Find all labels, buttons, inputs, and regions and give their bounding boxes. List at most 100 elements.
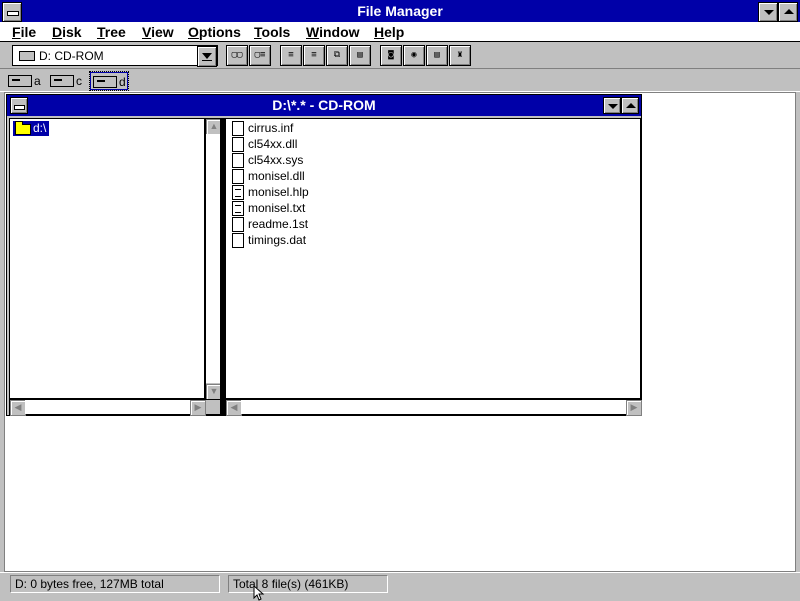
properties-icon: ▤ bbox=[357, 50, 363, 60]
scroll-track[interactable] bbox=[241, 400, 626, 414]
menu-window-accel: W bbox=[306, 24, 320, 40]
file-icon bbox=[232, 153, 244, 168]
menu-file-accel: F bbox=[12, 24, 21, 40]
file-icon bbox=[232, 217, 244, 232]
minimize-icon bbox=[608, 104, 618, 109]
drive-a-button[interactable]: a bbox=[6, 72, 46, 90]
document-icon bbox=[232, 185, 244, 200]
connect-network-drive-button[interactable]: ▢▢ bbox=[226, 45, 248, 66]
menu-disk-rest: isk bbox=[62, 24, 82, 40]
sort-by-type-button[interactable]: ≡ bbox=[303, 45, 325, 66]
scroll-track[interactable] bbox=[206, 134, 220, 383]
install-button[interactable]: ♜ bbox=[449, 45, 471, 66]
drive-letter: c bbox=[76, 74, 82, 88]
file-icon bbox=[232, 121, 244, 136]
scroll-track[interactable] bbox=[25, 400, 190, 414]
file-name: cl54xx.sys bbox=[248, 153, 304, 167]
disconnect-network-drive-icon: ▢≡ bbox=[254, 50, 266, 60]
properties-button[interactable]: ▤ bbox=[349, 45, 371, 66]
mouse-cursor-icon bbox=[253, 585, 265, 601]
directory-window[interactable]: D:\*.* - CD-ROM d:\ ▲ ▼ ◀ ▶ cirrus.inf c… bbox=[6, 94, 642, 416]
menu-options-rest: ptions bbox=[198, 24, 241, 40]
menu-file[interactable]: File bbox=[12, 24, 36, 40]
file-icon bbox=[232, 169, 244, 184]
copy-button[interactable]: ⧉ bbox=[326, 45, 348, 66]
file-name: cirrus.inf bbox=[248, 121, 294, 135]
child-minimize-button[interactable] bbox=[603, 97, 621, 114]
menu-tree[interactable]: Tree bbox=[97, 24, 126, 40]
share-icon: ◉ bbox=[411, 50, 417, 60]
menu-file-rest: ile bbox=[20, 24, 37, 40]
child-maximize-button[interactable] bbox=[621, 97, 639, 114]
menu-tools-rest: ools bbox=[261, 24, 291, 40]
copy-icon: ⧉ bbox=[333, 50, 341, 60]
window-title: File Manager bbox=[357, 3, 443, 19]
drive-c-button[interactable]: c bbox=[48, 72, 88, 90]
menu-view[interactable]: View bbox=[142, 24, 174, 40]
system-menu-icon bbox=[7, 11, 19, 16]
tree-vertical-scrollbar[interactable]: ▲ ▼ bbox=[205, 118, 222, 400]
scroll-left-arrow-icon[interactable]: ◀ bbox=[226, 400, 242, 416]
maximize-icon bbox=[784, 9, 794, 14]
scroll-right-arrow-icon[interactable]: ▶ bbox=[190, 400, 206, 416]
directory-tree-pane[interactable]: d:\ bbox=[9, 118, 205, 399]
directory-window-title-bar[interactable]: D:\*.* - CD-ROM bbox=[7, 95, 641, 116]
menu-tools[interactable]: Tools bbox=[254, 24, 290, 40]
sort-by-type-icon: ≡ bbox=[311, 50, 317, 60]
scroll-left-arrow-icon[interactable]: ◀ bbox=[10, 400, 26, 416]
menu-window-rest: indow bbox=[319, 24, 360, 40]
tree-item-root[interactable]: d:\ bbox=[13, 121, 50, 136]
connect-network-drive-icon: ▢▢ bbox=[231, 50, 243, 60]
file-list-pane[interactable]: cirrus.inf cl54xx.dll cl54xx.sys monisel… bbox=[225, 118, 641, 399]
share-button[interactable]: ◉ bbox=[403, 45, 425, 66]
menu-disk[interactable]: Disk bbox=[52, 24, 82, 40]
cdrom-drive-icon bbox=[93, 76, 117, 88]
tree-horizontal-scrollbar[interactable]: ◀ ▶ bbox=[9, 399, 221, 416]
file-name: timings.dat bbox=[248, 233, 307, 247]
menu-help[interactable]: Help bbox=[374, 24, 404, 40]
menu-help-accel: H bbox=[374, 24, 385, 40]
disconnect-network-drive-button[interactable]: ▢≡ bbox=[249, 45, 271, 66]
sort-by-name-button[interactable]: ≡ bbox=[280, 45, 302, 66]
drive-dropdown-button[interactable] bbox=[197, 46, 217, 67]
title-bar[interactable]: File Manager bbox=[0, 0, 800, 24]
drive-d-button[interactable]: d bbox=[89, 71, 129, 91]
scroll-right-arrow-icon[interactable]: ▶ bbox=[626, 400, 642, 416]
disk-icon: ◙ bbox=[388, 50, 394, 60]
dropdown-underline bbox=[202, 60, 212, 61]
cdrom-drive-icon bbox=[19, 51, 35, 61]
file-name: cl54xx.dll bbox=[248, 137, 298, 151]
file-horizontal-scrollbar[interactable]: ◀ ▶ bbox=[225, 399, 642, 416]
file-name: monisel.dll bbox=[248, 169, 305, 183]
file-name: readme.1st bbox=[248, 217, 309, 231]
menu-tools-accel: T bbox=[254, 24, 262, 40]
minimize-button[interactable] bbox=[758, 2, 778, 22]
menu-options-accel: O bbox=[188, 24, 199, 40]
minimize-icon bbox=[764, 10, 774, 15]
drive-select[interactable]: D: CD-ROM bbox=[12, 45, 218, 67]
maximize-button[interactable] bbox=[778, 2, 798, 22]
file-icon bbox=[232, 233, 244, 248]
print-icon: ▤ bbox=[434, 50, 440, 60]
status-file-info: Total 8 file(s) (461KB) bbox=[228, 575, 388, 593]
file-name: monisel.txt bbox=[248, 201, 306, 215]
file-name: monisel.hlp bbox=[248, 185, 309, 199]
menu-disk-accel: D bbox=[52, 24, 63, 40]
menu-options[interactable]: Options bbox=[188, 24, 241, 40]
tree-item-label: d:\ bbox=[33, 121, 47, 135]
drive-letter: a bbox=[34, 74, 41, 88]
install-icon: ♜ bbox=[457, 50, 463, 60]
menu-view-accel: V bbox=[142, 24, 152, 40]
file-icon bbox=[232, 137, 244, 152]
disk-button[interactable]: ◙ bbox=[380, 45, 402, 66]
system-menu-button[interactable] bbox=[2, 2, 22, 22]
floppy-drive-icon bbox=[8, 75, 32, 87]
menu-tree-rest: ree bbox=[104, 24, 126, 40]
drive-select-value: D: CD-ROM bbox=[39, 49, 104, 63]
chevron-down-icon bbox=[202, 53, 212, 59]
document-icon bbox=[232, 201, 244, 216]
print-button[interactable]: ▤ bbox=[426, 45, 448, 66]
menu-window[interactable]: Window bbox=[306, 24, 360, 40]
status-drive-info: D: 0 bytes free, 127MB total bbox=[10, 575, 220, 593]
open-folder-icon bbox=[15, 121, 31, 135]
